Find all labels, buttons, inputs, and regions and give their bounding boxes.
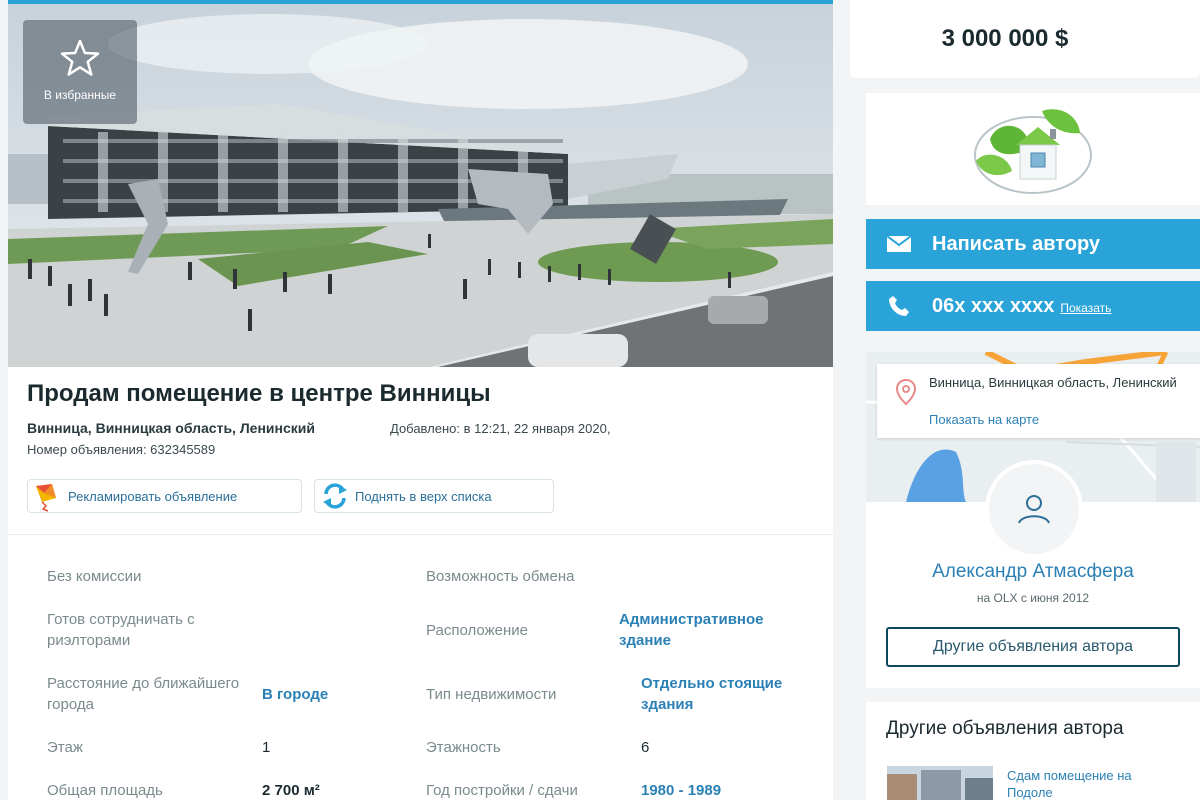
other-ad-thumbnail[interactable] — [887, 766, 993, 800]
show-on-map-link[interactable]: Показать на карте — [929, 412, 1039, 427]
param-type-key: Тип недвижимости — [426, 686, 557, 703]
param-floors-value: 6 — [641, 739, 650, 756]
write-author-button[interactable]: Написать автору — [866, 219, 1200, 269]
param-type-value[interactable]: Отдельно стоящие здания — [641, 673, 801, 715]
lift-ad-button[interactable]: Поднять в верх списка — [314, 479, 554, 513]
envelope-icon — [866, 234, 932, 254]
listing-photo[interactable]: В избранные — [8, 4, 833, 367]
param-location-value[interactable]: Административное здание — [619, 609, 809, 651]
seller-name[interactable]: Александр Атмасфера — [866, 561, 1200, 583]
lift-ad-label: Поднять в верх списка — [355, 488, 492, 504]
divider — [8, 534, 833, 535]
other-ads-button[interactable]: Другие объявления автора — [886, 627, 1180, 667]
param-area-key: Общая площадь — [47, 782, 163, 799]
listing-added-date: Добавлено: в 12:21, 22 января 2020, — [390, 421, 611, 436]
other-ad-link[interactable]: Сдам помещение на Подоле — [1007, 767, 1177, 800]
house-leaves-logo — [974, 109, 1092, 194]
param-realtors: Готов сотрудничать с риэлторами — [47, 611, 195, 649]
param-location-key: Расположение — [426, 622, 528, 639]
param-distance-key: Расстояние до ближайшего города — [47, 675, 240, 713]
price: 3 000 000 $ — [850, 0, 1200, 78]
star-icon — [60, 39, 100, 76]
add-to-favorites-button[interactable]: В избранные — [23, 20, 137, 124]
write-author-label: Написать автору — [932, 232, 1101, 255]
promote-ad-button[interactable]: Рекламировать объявление — [27, 479, 302, 513]
seller-logo-box — [866, 93, 1200, 205]
listing-column: В избранные Продам помещение в центре Ви… — [8, 0, 833, 800]
param-exchange: Возможность обмена — [426, 568, 575, 585]
phone-icon — [866, 295, 932, 317]
param-distance-value[interactable]: В городе — [262, 684, 328, 705]
listing-title: Продам помещение в центре Винницы — [27, 380, 491, 407]
listing-location: Винница, Винницкая область, Ленинский — [27, 420, 315, 436]
param-area-value: 2 700 м² — [262, 782, 320, 799]
promote-ad-label: Рекламировать объявление — [68, 488, 238, 504]
map-address-card: Винница, Винницкая область, Ленинский По… — [877, 364, 1200, 438]
phone-number: 06x xxx xxxx — [932, 294, 1055, 317]
map-address: Винница, Винницкая область, Ленинский — [929, 375, 1177, 390]
param-year-key: Год постройки / сдачи — [426, 782, 578, 799]
refresh-icon — [315, 479, 355, 513]
param-floors-key: Этажность — [426, 739, 501, 756]
user-icon — [1018, 495, 1050, 524]
param-floor-value: 1 — [262, 739, 271, 756]
map-pin-icon — [895, 378, 917, 411]
param-floor-key: Этаж — [47, 739, 83, 756]
show-phone-link[interactable]: Показать — [1060, 301, 1111, 315]
param-year-value[interactable]: 1980 - 1989 — [641, 780, 721, 800]
kite-icon — [28, 479, 68, 513]
param-no-commission: Без комиссии — [47, 568, 142, 585]
show-phone-button[interactable]: 06x xxx xxxx Показать — [866, 281, 1200, 331]
listing-ad-number: Номер объявления: 632345589 — [27, 442, 216, 457]
seller-since: на OLX с июня 2012 — [976, 591, 1090, 605]
avatar[interactable] — [985, 460, 1083, 558]
favorites-label: В избранные — [43, 88, 117, 102]
other-ads-heading: Другие объявления автора — [886, 718, 1124, 739]
